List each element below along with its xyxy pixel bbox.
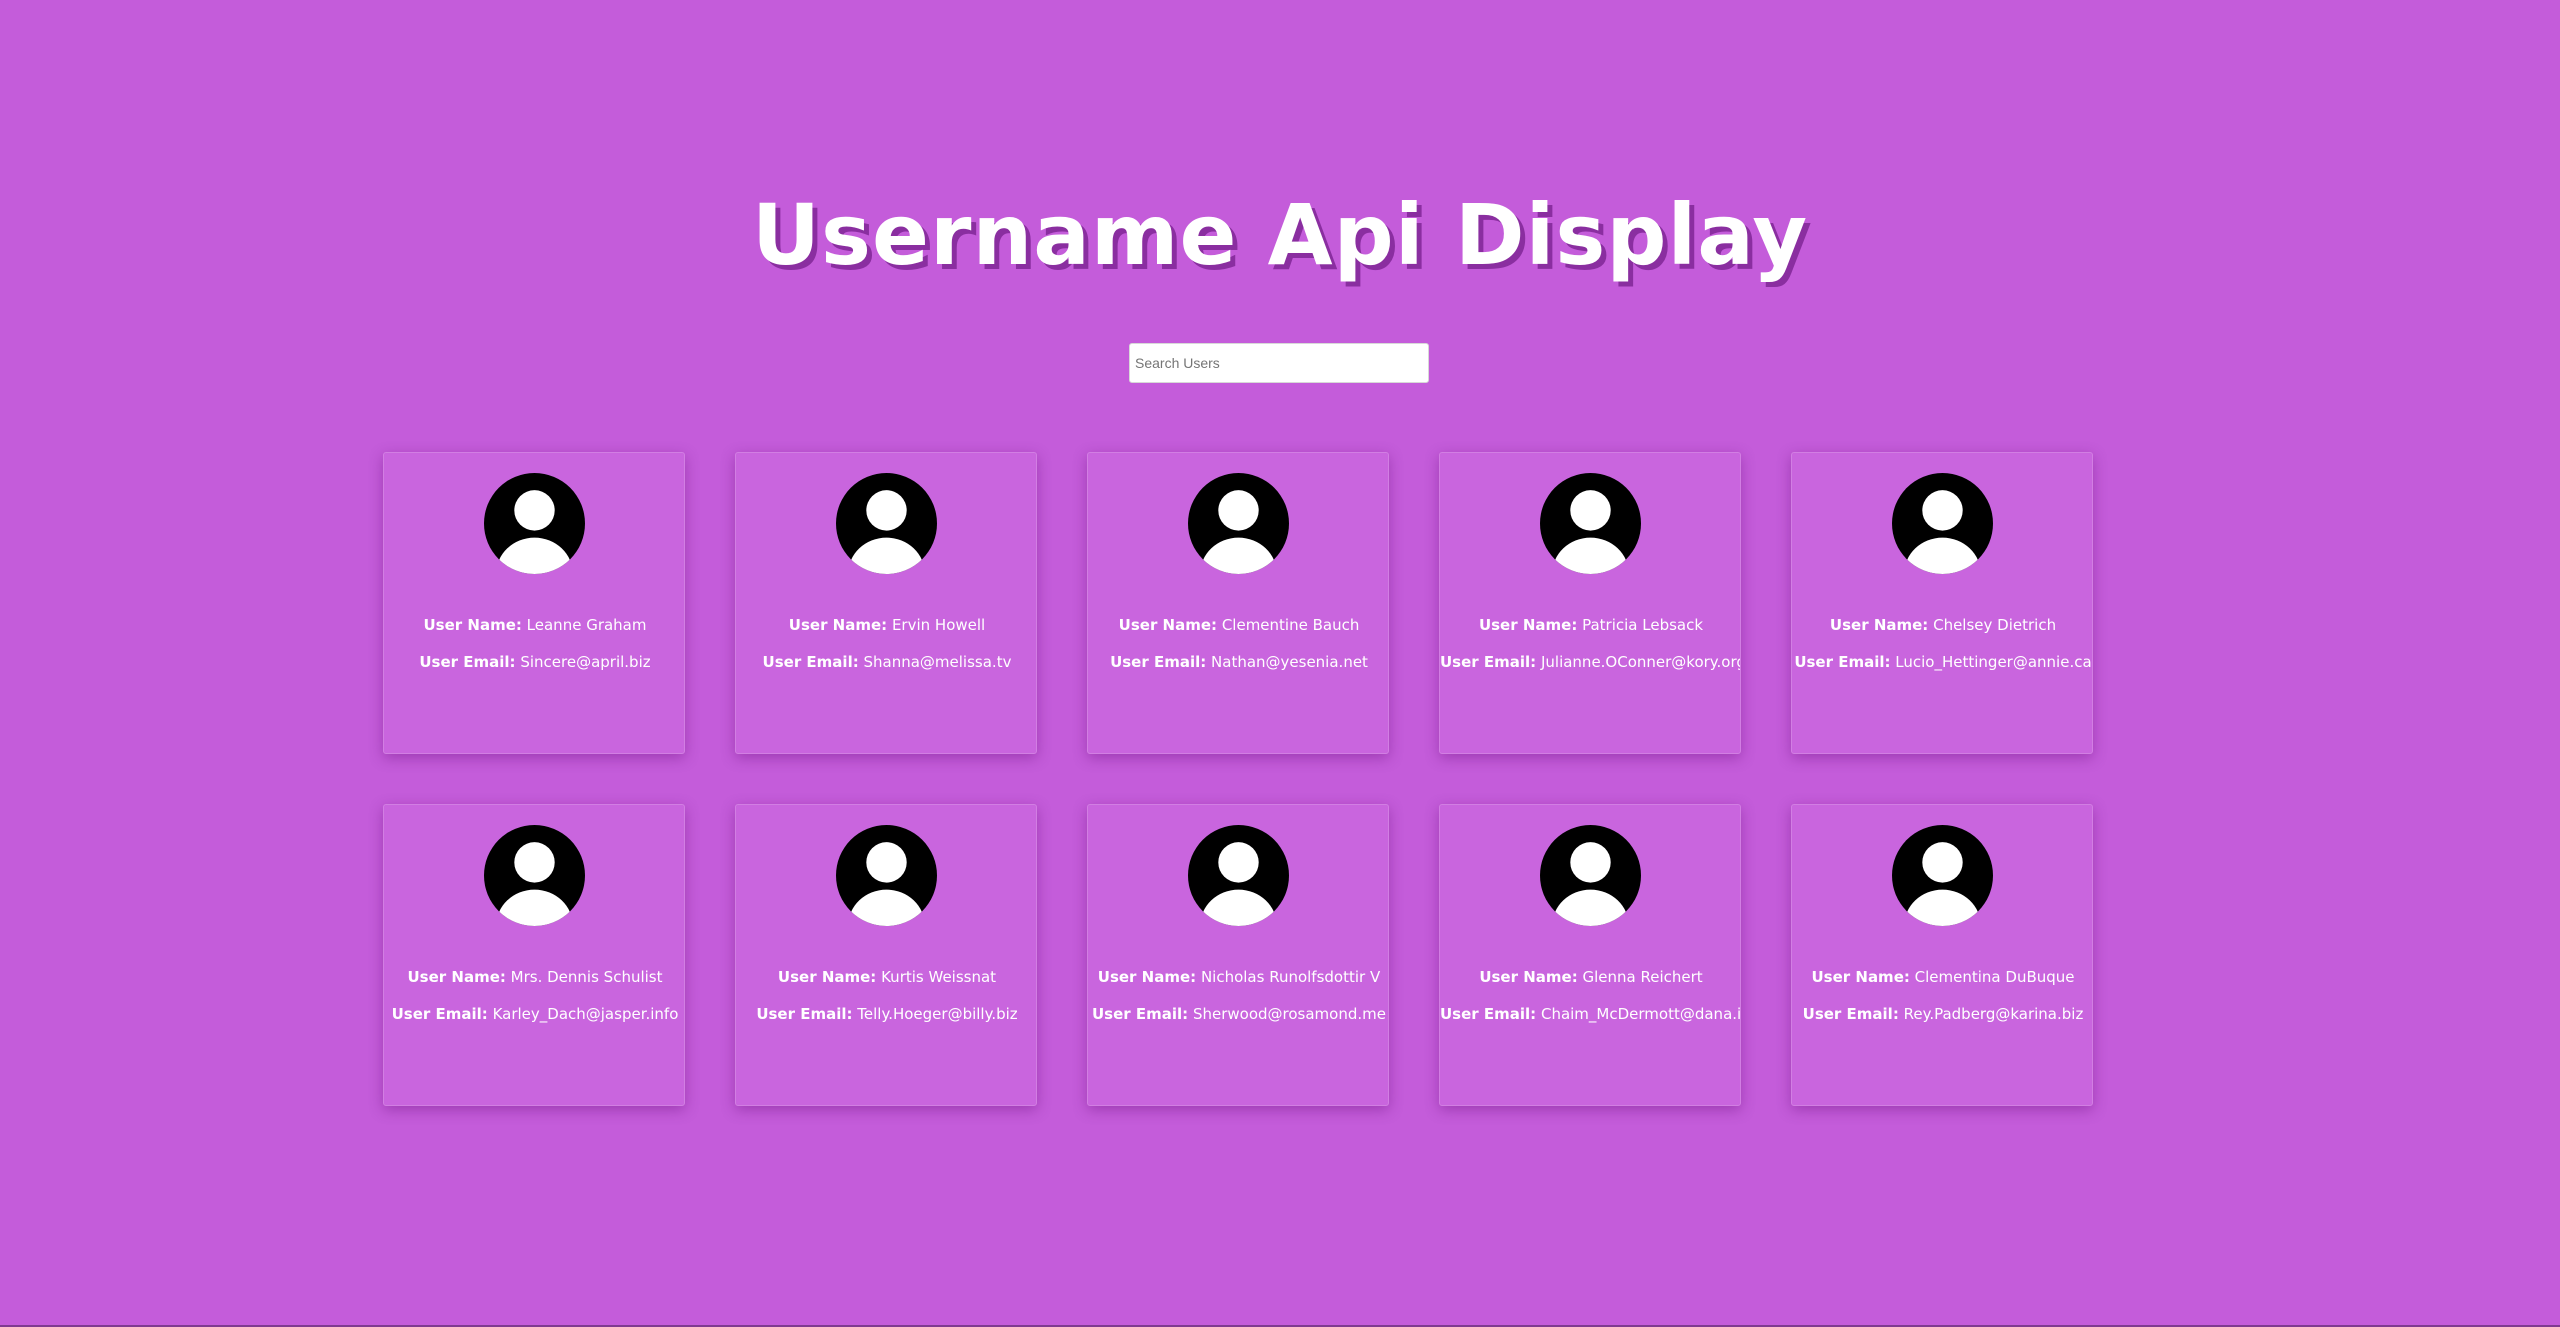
user-name-line: User Name: Patricia Lebsack bbox=[1440, 615, 1740, 635]
user-name-line: User Name: Kurtis Weissnat bbox=[736, 967, 1036, 987]
page-title: Username Api Display bbox=[751, 186, 1809, 284]
user-name-line: User Name: Ervin Howell bbox=[736, 615, 1036, 635]
user-email-value: Julianne.OConner@kory.org bbox=[1540, 653, 1741, 671]
user-name-value: Clementine Bauch bbox=[1221, 616, 1360, 634]
user-email-value: Rey.Padberg@karina.biz bbox=[1903, 1005, 2084, 1023]
user-email-value: Telly.Hoeger@billy.biz bbox=[857, 1005, 1018, 1023]
user-email-value: Lucio_Hettinger@annie.ca bbox=[1895, 653, 2092, 671]
user-name-value: Nicholas Runolfsdottir V bbox=[1200, 968, 1381, 986]
user-name-value: Kurtis Weissnat bbox=[881, 968, 997, 986]
user-name-line: User Name: Mrs. Dennis Schulist bbox=[384, 967, 684, 987]
user-name-line: User Name: Chelsey Dietrich bbox=[1792, 615, 2092, 635]
user-email-line: User Email: Shanna@melissa.tv bbox=[736, 652, 1036, 672]
user-email-value: Chaim_McDermott@dana.io bbox=[1540, 1005, 1741, 1023]
user-name-value: Patricia Lebsack bbox=[1582, 616, 1704, 634]
user-email-line: User Email: Sincere@april.biz bbox=[384, 652, 684, 672]
user-name-label: User Name: bbox=[407, 968, 506, 986]
user-name-label: User Name: bbox=[1118, 616, 1218, 634]
user-card[interactable]: User Name: Chelsey Dietrich User Email: … bbox=[1791, 452, 2093, 754]
user-name-label: User Name: bbox=[788, 616, 888, 634]
user-email-label: User Email: bbox=[1110, 653, 1207, 671]
user-avatar-icon bbox=[836, 825, 937, 926]
user-name-value: Glenna Reichert bbox=[1582, 968, 1703, 986]
user-email-line: User Email: Julianne.OConner@kory.org bbox=[1440, 652, 1741, 672]
user-email-value: Shanna@melissa.tv bbox=[863, 653, 1012, 671]
user-email-line: User Email: Nathan@yesenia.net bbox=[1088, 652, 1388, 672]
search-input[interactable] bbox=[1129, 343, 1429, 383]
user-email-label: User Email: bbox=[419, 653, 516, 671]
user-email-line: User Email: Chaim_McDermott@dana.io bbox=[1440, 1004, 1741, 1024]
user-card[interactable]: User Name: Nicholas Runolfsdottir V User… bbox=[1087, 804, 1389, 1106]
user-avatar-icon bbox=[1540, 473, 1641, 574]
user-email-line: User Email: Telly.Hoeger@billy.biz bbox=[736, 1004, 1036, 1024]
user-card[interactable]: User Name: Glenna Reichert User Email: C… bbox=[1439, 804, 1741, 1106]
user-card[interactable]: User Name: Ervin Howell User Email: Shan… bbox=[735, 452, 1037, 754]
user-card[interactable]: User Name: Clementina DuBuque User Email… bbox=[1791, 804, 2093, 1106]
user-card[interactable]: User Name: Kurtis Weissnat User Email: T… bbox=[735, 804, 1037, 1106]
user-avatar-icon bbox=[1188, 825, 1289, 926]
user-email-label: User Email: bbox=[1794, 653, 1891, 671]
user-card-grid: User Name: Leanne Graham User Email: Sin… bbox=[383, 452, 2093, 1106]
user-email-label: User Email: bbox=[756, 1005, 853, 1023]
user-avatar-icon bbox=[1540, 825, 1641, 926]
user-name-label: User Name: bbox=[777, 968, 877, 986]
user-avatar-icon bbox=[836, 473, 937, 574]
user-name-line: User Name: Leanne Graham bbox=[384, 615, 684, 635]
user-email-line: User Email: Sherwood@rosamond.me bbox=[1088, 1004, 1388, 1024]
user-avatar-icon bbox=[1188, 473, 1289, 574]
user-name-label: User Name: bbox=[1097, 968, 1197, 986]
user-email-line: User Email: Lucio_Hettinger@annie.ca bbox=[1792, 652, 2092, 672]
user-avatar-icon bbox=[1892, 473, 1993, 574]
user-card[interactable]: User Name: Clementine Bauch User Email: … bbox=[1087, 452, 1389, 754]
user-email-label: User Email: bbox=[762, 653, 859, 671]
user-email-value: Sherwood@rosamond.me bbox=[1192, 1005, 1386, 1023]
user-avatar-icon bbox=[484, 473, 585, 574]
user-card[interactable]: User Name: Leanne Graham User Email: Sin… bbox=[383, 452, 685, 754]
user-name-line: User Name: Glenna Reichert bbox=[1440, 967, 1740, 987]
user-email-line: User Email: Karley_Dach@jasper.info bbox=[384, 1004, 684, 1024]
user-name-label: User Name: bbox=[1811, 968, 1910, 986]
user-email-label: User Email: bbox=[1092, 1005, 1189, 1023]
user-email-label: User Email: bbox=[391, 1005, 488, 1023]
user-name-value: Chelsey Dietrich bbox=[1933, 616, 2057, 634]
user-name-line: User Name: Nicholas Runolfsdottir V bbox=[1088, 967, 1388, 987]
user-name-value: Clementina DuBuque bbox=[1914, 968, 2075, 986]
user-name-label: User Name: bbox=[423, 616, 522, 634]
user-email-value: Karley_Dach@jasper.info bbox=[492, 1005, 679, 1023]
user-email-value: Sincere@april.biz bbox=[520, 653, 651, 671]
user-avatar-icon bbox=[484, 825, 585, 926]
user-name-label: User Name: bbox=[1829, 616, 1929, 634]
user-name-value: Ervin Howell bbox=[891, 616, 986, 634]
user-name-value: Leanne Graham bbox=[526, 616, 647, 634]
user-email-line: User Email: Rey.Padberg@karina.biz bbox=[1792, 1004, 2092, 1024]
user-name-value: Mrs. Dennis Schulist bbox=[510, 968, 663, 986]
user-name-line: User Name: Clementina DuBuque bbox=[1792, 967, 2092, 987]
user-email-label: User Email: bbox=[1802, 1005, 1899, 1023]
user-name-line: User Name: Clementine Bauch bbox=[1088, 615, 1388, 635]
user-avatar-icon bbox=[1892, 825, 1993, 926]
user-email-label: User Email: bbox=[1440, 653, 1537, 671]
user-card[interactable]: User Name: Patricia Lebsack User Email: … bbox=[1439, 452, 1741, 754]
user-email-value: Nathan@yesenia.net bbox=[1211, 653, 1368, 671]
user-card[interactable]: User Name: Mrs. Dennis Schulist User Ema… bbox=[383, 804, 685, 1106]
page: Username Api Display User Name: Leanne G… bbox=[0, 0, 2560, 1327]
user-email-label: User Email: bbox=[1440, 1005, 1537, 1023]
user-name-label: User Name: bbox=[1479, 968, 1578, 986]
user-name-label: User Name: bbox=[1478, 616, 1578, 634]
